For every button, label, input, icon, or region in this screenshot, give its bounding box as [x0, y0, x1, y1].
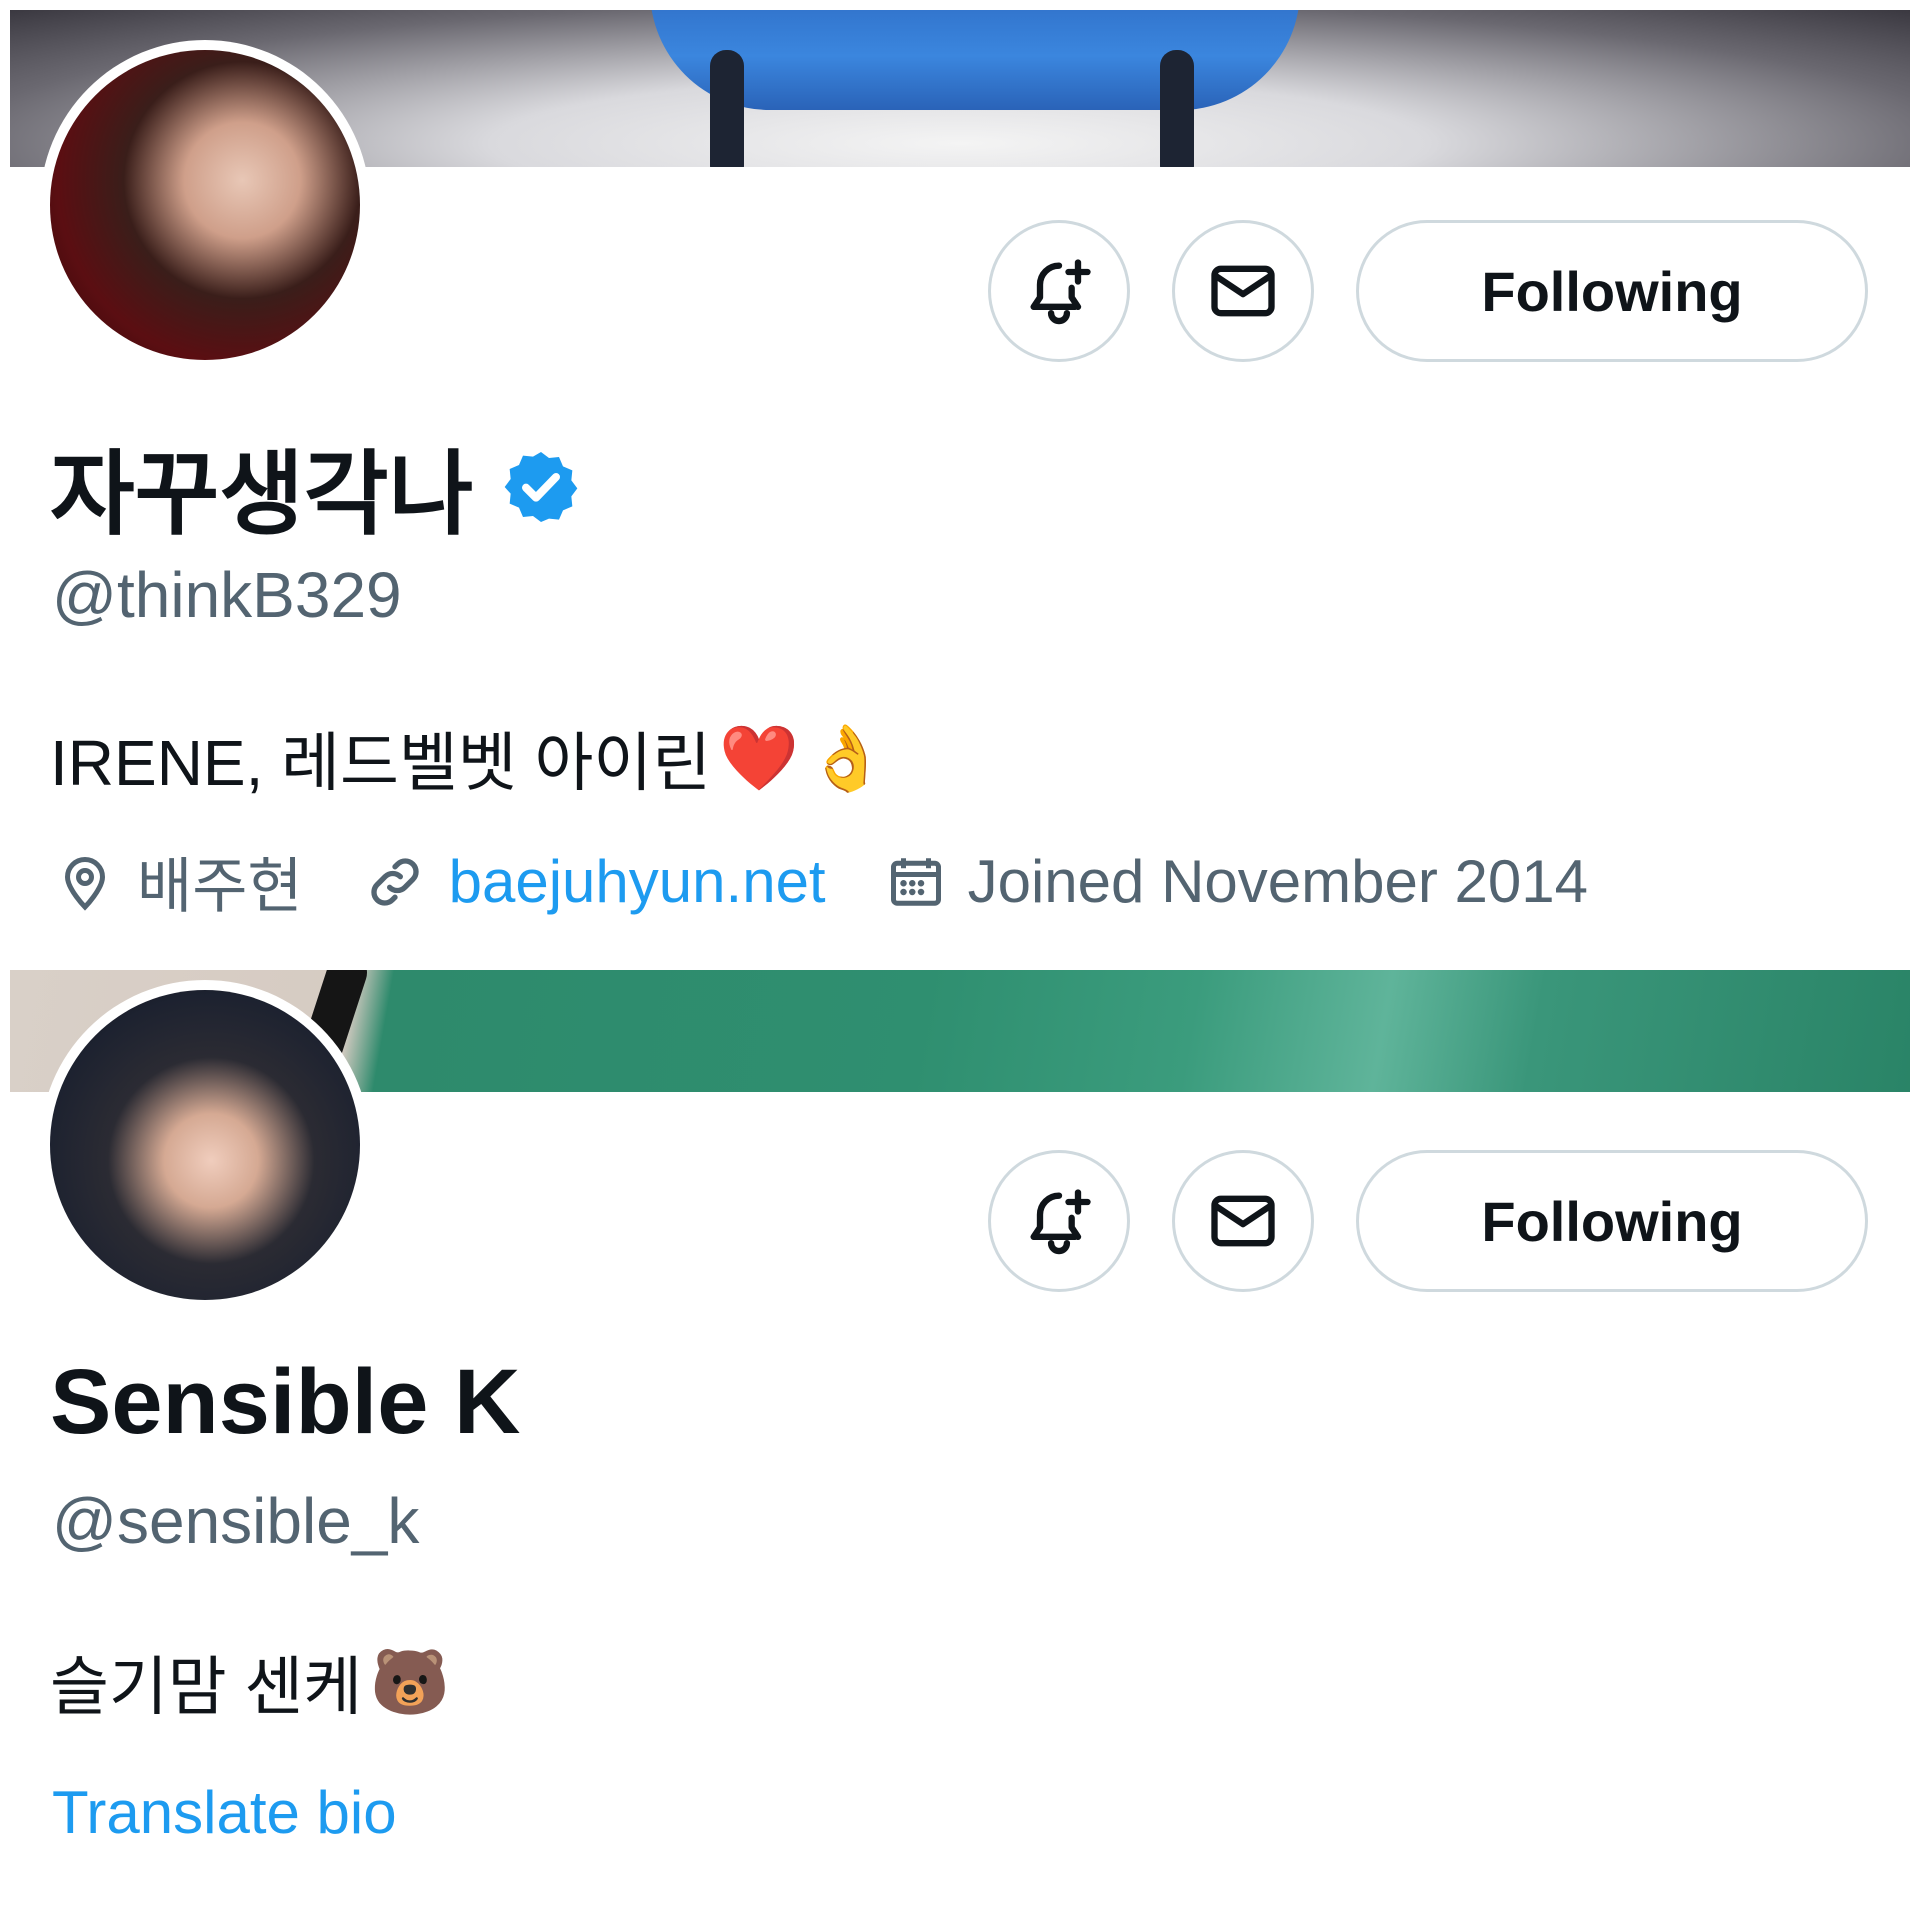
display-name: Sensible K	[50, 1350, 520, 1455]
notifications-button[interactable]	[988, 1150, 1130, 1292]
location: 배주현	[55, 838, 303, 925]
location-text: 배주현	[137, 853, 303, 920]
message-button[interactable]	[1172, 1150, 1314, 1292]
avatar[interactable]	[40, 40, 370, 370]
location-pin-icon	[64, 856, 106, 911]
website-link[interactable]: baejuhyun.net	[449, 847, 826, 916]
join-date: Joined November 2014	[886, 847, 1588, 916]
display-name: 자꾸생각나	[50, 420, 581, 553]
envelope-icon	[1211, 265, 1275, 317]
banner-tub-foot	[1160, 50, 1194, 167]
bear-emoji: 🐻	[370, 1645, 450, 1718]
bell-plus-icon	[1030, 1189, 1091, 1255]
notifications-button[interactable]	[988, 220, 1130, 362]
heart-emoji: ❤️	[719, 721, 799, 794]
translate-bio-link[interactable]: Translate bio	[52, 1778, 397, 1847]
envelope-icon	[1211, 1195, 1275, 1247]
join-date-text: Joined November 2014	[967, 848, 1588, 915]
profile-card-1: Following 자꾸생각나 @thinkB329 IRENE, 레드벨벳 아…	[0, 0, 1920, 960]
avatar-image	[50, 990, 360, 1300]
calendar-icon	[890, 857, 941, 906]
following-button[interactable]: Following	[1356, 1150, 1868, 1292]
display-name-text: 자꾸생각나	[50, 444, 474, 546]
banner-tub-foot	[710, 50, 744, 167]
bio: 슬기맘 센케 🐻	[50, 1636, 450, 1728]
display-name-text: Sensible K	[50, 1351, 521, 1453]
bio-text: 슬기맘 센케	[50, 1651, 363, 1723]
bio: IRENE, 레드벨벳 아이린 ❤️ 👌	[50, 712, 886, 804]
user-handle: @sensible_k	[52, 1485, 420, 1557]
bio-text: IRENE, 레드벨벳 아이린	[50, 727, 712, 799]
avatar-image	[50, 50, 360, 360]
link-icon	[370, 857, 419, 906]
avatar[interactable]	[40, 980, 370, 1310]
verified-badge-icon	[504, 451, 578, 522]
profile-meta: 배주현 baejuhyun.net Joined November 2014	[55, 838, 1648, 925]
following-button[interactable]: Following	[1356, 220, 1868, 362]
message-button[interactable]	[1172, 220, 1314, 362]
website[interactable]: baejuhyun.net	[363, 847, 826, 916]
banner-bathtub	[650, 10, 1300, 110]
bell-plus-icon	[1030, 259, 1091, 325]
ok-hand-emoji: 👌	[806, 721, 887, 794]
user-handle: @thinkB329	[52, 559, 402, 631]
